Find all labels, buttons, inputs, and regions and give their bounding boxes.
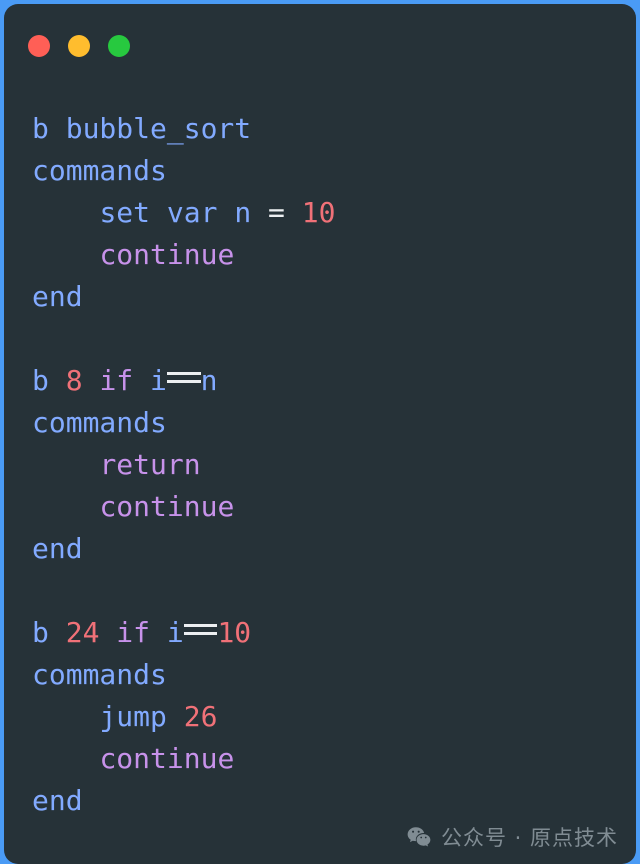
code-token-op: =: [268, 196, 285, 229]
code-token-ident: jump: [99, 700, 167, 733]
equality-operator-ligature: [183, 614, 218, 642]
code-line[interactable]: end: [32, 780, 636, 822]
code-token-keyword: continue: [99, 238, 235, 271]
code-token-ident: i: [166, 616, 184, 649]
code-line[interactable]: [32, 570, 636, 612]
equality-operator-ligature: [166, 362, 201, 390]
code-token-ident: i: [150, 364, 167, 397]
window-titlebar[interactable]: [4, 4, 636, 84]
code-token-ident: var: [166, 196, 218, 229]
code-line[interactable]: b 24 if i 10: [32, 612, 636, 654]
code-token-keyword: continue: [99, 742, 235, 775]
code-token-ident: b: [32, 112, 49, 145]
code-token-ident: end: [32, 784, 83, 817]
code-token-ident: n: [200, 364, 218, 397]
code-token-ident: commands: [32, 154, 167, 187]
screenshot-stage: b bubble_sort commands set var n = 10 con…: [0, 0, 640, 864]
code-token-ident: b: [32, 616, 49, 649]
code-token-keyword: return: [99, 448, 201, 481]
code-token-number: 26: [183, 700, 218, 733]
watermark: 公众号 · 原点技术: [406, 822, 618, 852]
code-editor-content[interactable]: b bubble_sort commands set var n = 10 con…: [4, 84, 636, 864]
code-line[interactable]: jump 26: [32, 696, 636, 738]
watermark-text: 公众号 · 原点技术: [440, 826, 618, 850]
code-token-keyword: continue: [99, 490, 235, 523]
code-token-ident: end: [32, 532, 83, 565]
code-window: b bubble_sort commands set var n = 10 con…: [4, 4, 636, 864]
code-line[interactable]: continue: [32, 738, 636, 780]
wechat-icon: [407, 827, 431, 847]
code-line[interactable]: end: [32, 276, 636, 318]
code-token-keyword: if: [99, 364, 134, 397]
code-line[interactable]: commands: [32, 654, 636, 696]
code-token-number: 8: [65, 364, 83, 397]
code-line[interactable]: b bubble_sort: [32, 108, 636, 150]
code-line[interactable]: continue: [32, 486, 636, 528]
traffic-light-group: [28, 35, 130, 57]
code-line[interactable]: b 8 if in: [32, 360, 636, 402]
code-token-ident: end: [32, 280, 83, 313]
maximize-button[interactable]: [108, 35, 130, 57]
code-line[interactable]: end: [32, 528, 636, 570]
code-line[interactable]: continue: [32, 234, 636, 276]
code-line[interactable]: set var n = 10: [32, 192, 636, 234]
code-token-ident: bubble_sort: [65, 112, 252, 145]
close-button[interactable]: [28, 35, 50, 57]
code-token-ident: commands: [32, 406, 167, 439]
code-token-number: 10: [217, 616, 252, 649]
code-line[interactable]: return: [32, 444, 636, 486]
code-token-number: 10: [301, 196, 336, 229]
code-line[interactable]: commands: [32, 402, 636, 444]
code-token-ident: commands: [32, 658, 167, 691]
code-token-ident: b: [32, 364, 49, 397]
code-token-ident: set: [99, 196, 151, 229]
code-token-number: 24: [65, 616, 100, 649]
minimize-button[interactable]: [68, 35, 90, 57]
code-line[interactable]: [32, 318, 636, 360]
code-token-ident: n: [234, 196, 252, 229]
code-token-keyword: if: [116, 616, 151, 649]
code-line[interactable]: commands: [32, 150, 636, 192]
